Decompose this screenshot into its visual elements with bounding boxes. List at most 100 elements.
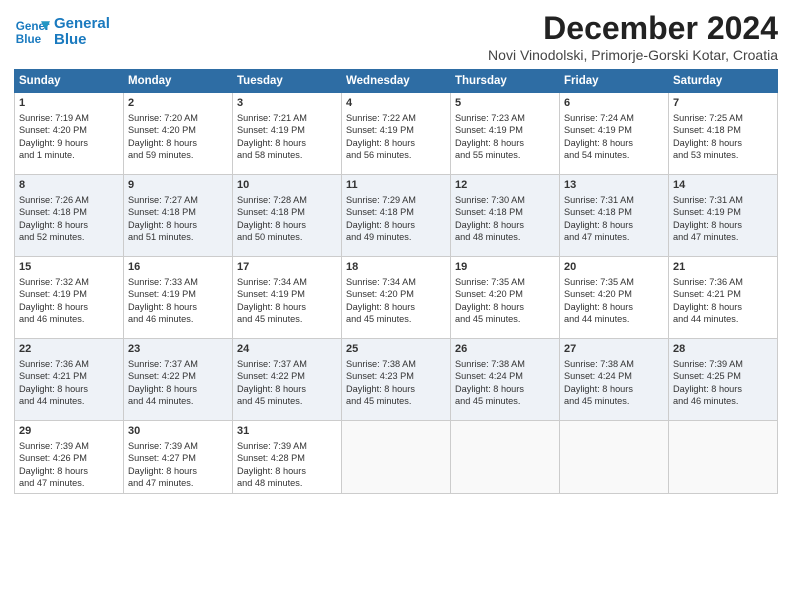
day-number: 31: [237, 424, 337, 439]
day-info: Sunset: 4:21 PM: [673, 288, 773, 300]
day-number: 21: [673, 260, 773, 275]
day-number: 5: [455, 96, 555, 111]
day-info: Sunrise: 7:22 AM: [346, 112, 446, 124]
calendar-cell: 24Sunrise: 7:37 AMSunset: 4:22 PMDayligh…: [233, 339, 342, 421]
calendar-cell: 4Sunrise: 7:22 AMSunset: 4:19 PMDaylight…: [342, 93, 451, 175]
day-number: 24: [237, 342, 337, 357]
day-info: Daylight: 8 hours: [128, 137, 228, 149]
day-info: Sunrise: 7:30 AM: [455, 194, 555, 206]
day-info: Sunset: 4:21 PM: [19, 370, 119, 382]
day-info: and 46 minutes.: [128, 313, 228, 325]
day-number: 9: [128, 178, 228, 193]
day-info: Sunrise: 7:27 AM: [128, 194, 228, 206]
calendar-cell: 27Sunrise: 7:38 AMSunset: 4:24 PMDayligh…: [560, 339, 669, 421]
day-info: Sunset: 4:19 PM: [455, 124, 555, 136]
main-title: December 2024: [488, 10, 778, 47]
day-info: Daylight: 8 hours: [346, 383, 446, 395]
calendar-cell: 2Sunrise: 7:20 AMSunset: 4:20 PMDaylight…: [124, 93, 233, 175]
day-number: 2: [128, 96, 228, 111]
calendar-cell: 30Sunrise: 7:39 AMSunset: 4:27 PMDayligh…: [124, 421, 233, 494]
calendar-cell: 19Sunrise: 7:35 AMSunset: 4:20 PMDayligh…: [451, 257, 560, 339]
day-info: Sunset: 4:23 PM: [346, 370, 446, 382]
day-info: Daylight: 8 hours: [455, 301, 555, 313]
day-info: Daylight: 8 hours: [237, 137, 337, 149]
calendar-cell: 13Sunrise: 7:31 AMSunset: 4:18 PMDayligh…: [560, 175, 669, 257]
day-info: Sunset: 4:19 PM: [237, 288, 337, 300]
day-info: and 46 minutes.: [19, 313, 119, 325]
day-info: Daylight: 8 hours: [673, 383, 773, 395]
day-info: Sunset: 4:20 PM: [19, 124, 119, 136]
day-info: and 48 minutes.: [455, 231, 555, 243]
day-info: Sunrise: 7:39 AM: [19, 440, 119, 452]
day-number: 18: [346, 260, 446, 275]
day-number: 3: [237, 96, 337, 111]
day-info: Sunrise: 7:20 AM: [128, 112, 228, 124]
day-info: Sunrise: 7:26 AM: [19, 194, 119, 206]
day-info: and 47 minutes.: [673, 231, 773, 243]
day-info: Sunrise: 7:38 AM: [346, 358, 446, 370]
day-info: Daylight: 8 hours: [455, 219, 555, 231]
day-info: and 47 minutes.: [564, 231, 664, 243]
header: General Blue General Blue December 2024 …: [14, 10, 778, 63]
day-info: Sunrise: 7:31 AM: [564, 194, 664, 206]
day-info: and 45 minutes.: [346, 395, 446, 407]
day-info: Sunset: 4:20 PM: [455, 288, 555, 300]
day-info: Sunrise: 7:38 AM: [455, 358, 555, 370]
calendar-cell: 25Sunrise: 7:38 AMSunset: 4:23 PMDayligh…: [342, 339, 451, 421]
col-header-tuesday: Tuesday: [233, 70, 342, 93]
calendar-cell: [669, 421, 778, 494]
day-number: 7: [673, 96, 773, 111]
day-info: Daylight: 8 hours: [237, 383, 337, 395]
day-info: and 48 minutes.: [237, 477, 337, 489]
day-info: Daylight: 8 hours: [564, 219, 664, 231]
day-number: 30: [128, 424, 228, 439]
day-info: Daylight: 8 hours: [673, 137, 773, 149]
col-header-thursday: Thursday: [451, 70, 560, 93]
day-info: Sunset: 4:20 PM: [564, 288, 664, 300]
day-info: Sunset: 4:22 PM: [128, 370, 228, 382]
day-info: Sunrise: 7:21 AM: [237, 112, 337, 124]
day-info: Sunset: 4:18 PM: [346, 206, 446, 218]
day-info: and 50 minutes.: [237, 231, 337, 243]
day-info: Daylight: 8 hours: [237, 301, 337, 313]
calendar-cell: 21Sunrise: 7:36 AMSunset: 4:21 PMDayligh…: [669, 257, 778, 339]
day-info: Daylight: 8 hours: [673, 301, 773, 313]
day-info: Sunset: 4:25 PM: [673, 370, 773, 382]
day-info: Sunrise: 7:34 AM: [237, 276, 337, 288]
day-info: Daylight: 8 hours: [237, 465, 337, 477]
day-info: Sunset: 4:19 PM: [673, 206, 773, 218]
day-info: and 45 minutes.: [346, 313, 446, 325]
calendar-cell: 7Sunrise: 7:25 AMSunset: 4:18 PMDaylight…: [669, 93, 778, 175]
day-info: Sunrise: 7:31 AM: [673, 194, 773, 206]
day-info: and 45 minutes.: [237, 395, 337, 407]
page: General Blue General Blue December 2024 …: [0, 0, 792, 612]
day-info: Sunset: 4:18 PM: [19, 206, 119, 218]
day-number: 22: [19, 342, 119, 357]
calendar-cell: 20Sunrise: 7:35 AMSunset: 4:20 PMDayligh…: [560, 257, 669, 339]
calendar-cell: 10Sunrise: 7:28 AMSunset: 4:18 PMDayligh…: [233, 175, 342, 257]
day-info: Sunset: 4:22 PM: [237, 370, 337, 382]
col-header-monday: Monday: [124, 70, 233, 93]
day-info: and 44 minutes.: [564, 313, 664, 325]
day-info: and 44 minutes.: [673, 313, 773, 325]
calendar-cell: [342, 421, 451, 494]
day-info: Sunset: 4:18 PM: [128, 206, 228, 218]
day-info: Sunset: 4:24 PM: [564, 370, 664, 382]
logo-text: General Blue: [54, 16, 110, 49]
day-info: Sunset: 4:19 PM: [128, 288, 228, 300]
day-number: 20: [564, 260, 664, 275]
day-info: Daylight: 8 hours: [19, 219, 119, 231]
calendar-cell: 26Sunrise: 7:38 AMSunset: 4:24 PMDayligh…: [451, 339, 560, 421]
day-number: 6: [564, 96, 664, 111]
calendar-cell: 31Sunrise: 7:39 AMSunset: 4:28 PMDayligh…: [233, 421, 342, 494]
day-number: 19: [455, 260, 555, 275]
day-info: Daylight: 8 hours: [237, 219, 337, 231]
day-info: Sunrise: 7:24 AM: [564, 112, 664, 124]
calendar-cell: 29Sunrise: 7:39 AMSunset: 4:26 PMDayligh…: [15, 421, 124, 494]
calendar-cell: [560, 421, 669, 494]
day-info: Sunrise: 7:28 AM: [237, 194, 337, 206]
day-info: and 44 minutes.: [19, 395, 119, 407]
day-info: and 59 minutes.: [128, 149, 228, 161]
col-header-friday: Friday: [560, 70, 669, 93]
day-info: and 55 minutes.: [455, 149, 555, 161]
